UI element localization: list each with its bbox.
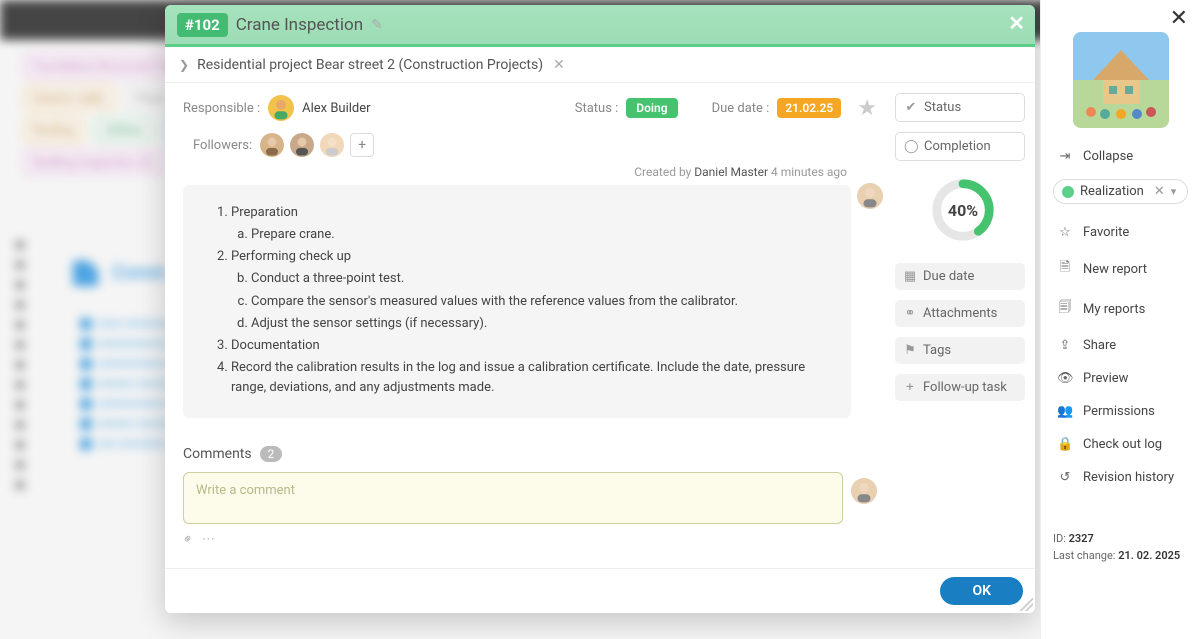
history-icon: ↺ (1057, 470, 1073, 485)
edit-title-icon[interactable]: ✎ (371, 17, 383, 33)
responsible-label: Responsible : (183, 101, 260, 116)
checkout-log-link[interactable]: 🔒Check out log (1053, 430, 1188, 459)
new-report-link[interactable]: 🗎New report (1053, 251, 1188, 287)
circle-icon: ◯ (904, 139, 918, 154)
favorite-link[interactable]: ☆Favorite (1053, 218, 1188, 247)
side-item-attachments[interactable]: ⚭Attachments (895, 300, 1025, 327)
star-icon: ☆ (1057, 225, 1073, 240)
users-icon: 👥 (1057, 404, 1073, 419)
more-icon[interactable]: ⋯ (202, 532, 215, 547)
due-date-label: Due date : (712, 101, 770, 116)
preview-link[interactable]: 👁Preview (1053, 364, 1188, 393)
check-icon: ✔ (904, 100, 918, 115)
side-item-tags[interactable]: ⚑Tags (895, 337, 1025, 364)
reports-icon: 🗐 (1057, 298, 1073, 320)
task-id-badge: #102 (177, 13, 228, 37)
share-icon: ⇪ (1057, 338, 1073, 353)
responsible-name: Alex Builder (302, 101, 370, 116)
realization-status-pill[interactable]: Realization ✕ ▾ (1053, 179, 1188, 204)
revision-history-link[interactable]: ↺Revision history (1053, 463, 1188, 492)
right-sidebar: ✕ ⇥Collapse Realization ✕ ▾ ☆Favorite 🗎N… (1040, 0, 1200, 639)
comments-heading: Comments (183, 446, 252, 462)
task-description: Preparation Prepare crane. Performing ch… (183, 185, 851, 418)
document-icon: 🗎 (1057, 258, 1073, 280)
eye-icon: 👁 (1057, 371, 1073, 386)
task-title: Crane Inspection (236, 15, 363, 35)
status-dot-icon (1062, 186, 1074, 198)
ok-button[interactable]: OK (940, 577, 1023, 605)
side-item-status[interactable]: ✔Status (895, 93, 1025, 122)
chevron-right-icon: ❯ (179, 58, 189, 72)
collapse-link[interactable]: ⇥Collapse (1053, 142, 1188, 171)
chevron-down-icon: ▾ (1171, 185, 1177, 198)
breadcrumb-text[interactable]: Residential project Bear street 2 (Const… (197, 57, 543, 73)
sidebar-meta: ID: 2327 Last change: 21. 02. 2025 (1053, 532, 1188, 562)
progress-ring: 40% (928, 175, 998, 245)
comment-input[interactable] (183, 472, 843, 524)
my-reports-link[interactable]: 🗐My reports (1053, 291, 1188, 327)
clear-status-icon[interactable]: ✕ (1154, 184, 1165, 199)
side-item-completion[interactable]: ◯Completion (895, 132, 1025, 161)
side-item-due-date[interactable]: ▦Due date (895, 263, 1025, 290)
lock-icon: 🔒 (1057, 437, 1073, 452)
task-modal: #102 Crane Inspection ✎ ✕ ❯ Residential … (165, 5, 1035, 613)
modal-footer: OK (165, 568, 1035, 613)
sidebar-image (1073, 32, 1169, 128)
share-link[interactable]: ⇪Share (1053, 331, 1188, 360)
modal-side-panel: ✔Status ◯Completion 40% ▦Due date ⚭Attac… (895, 83, 1035, 568)
add-follower-button[interactable]: + (350, 133, 374, 157)
modal-header: #102 Crane Inspection ✎ ✕ (165, 5, 1035, 47)
calendar-icon: ▦ (903, 269, 917, 284)
plus-icon: + (903, 380, 917, 395)
current-user-avatar (851, 478, 877, 504)
due-date-badge[interactable]: 21.02.25 (777, 98, 841, 118)
permissions-link[interactable]: 👥Permissions (1053, 397, 1188, 426)
status-badge[interactable]: Doing (626, 98, 677, 118)
responsible-avatar[interactable] (268, 95, 294, 121)
resize-handle-icon[interactable] (1019, 597, 1033, 611)
follower-avatar[interactable] (290, 133, 314, 157)
paperclip-icon: ⚭ (903, 306, 917, 321)
progress-value: 40% (928, 175, 998, 245)
favorite-star-icon[interactable]: ★ (857, 96, 877, 121)
created-meta: Created by Daniel Master 4 minutes ago (183, 165, 877, 179)
tag-icon: ⚑ (903, 343, 917, 358)
breadcrumb-bar: ❯ Residential project Bear street 2 (Con… (165, 47, 1035, 83)
comments-count-badge: 2 (260, 446, 283, 462)
collapse-icon: ⇥ (1057, 149, 1073, 164)
follower-avatar[interactable] (320, 133, 344, 157)
follower-avatar[interactable] (260, 133, 284, 157)
modal-body-main: Responsible : Alex Builder Status : Doin… (165, 83, 895, 568)
status-label: Status : (575, 101, 619, 116)
side-item-followup[interactable]: +Follow-up task (895, 374, 1025, 401)
breadcrumb-remove-icon[interactable]: ✕ (553, 57, 565, 73)
sidebar-close-icon[interactable]: ✕ (1170, 6, 1188, 31)
attach-icon[interactable]: ⚭ (179, 531, 197, 549)
followers-label: Followers: (193, 138, 252, 153)
modal-close-icon[interactable]: ✕ (1008, 11, 1025, 35)
author-avatar (857, 183, 883, 209)
